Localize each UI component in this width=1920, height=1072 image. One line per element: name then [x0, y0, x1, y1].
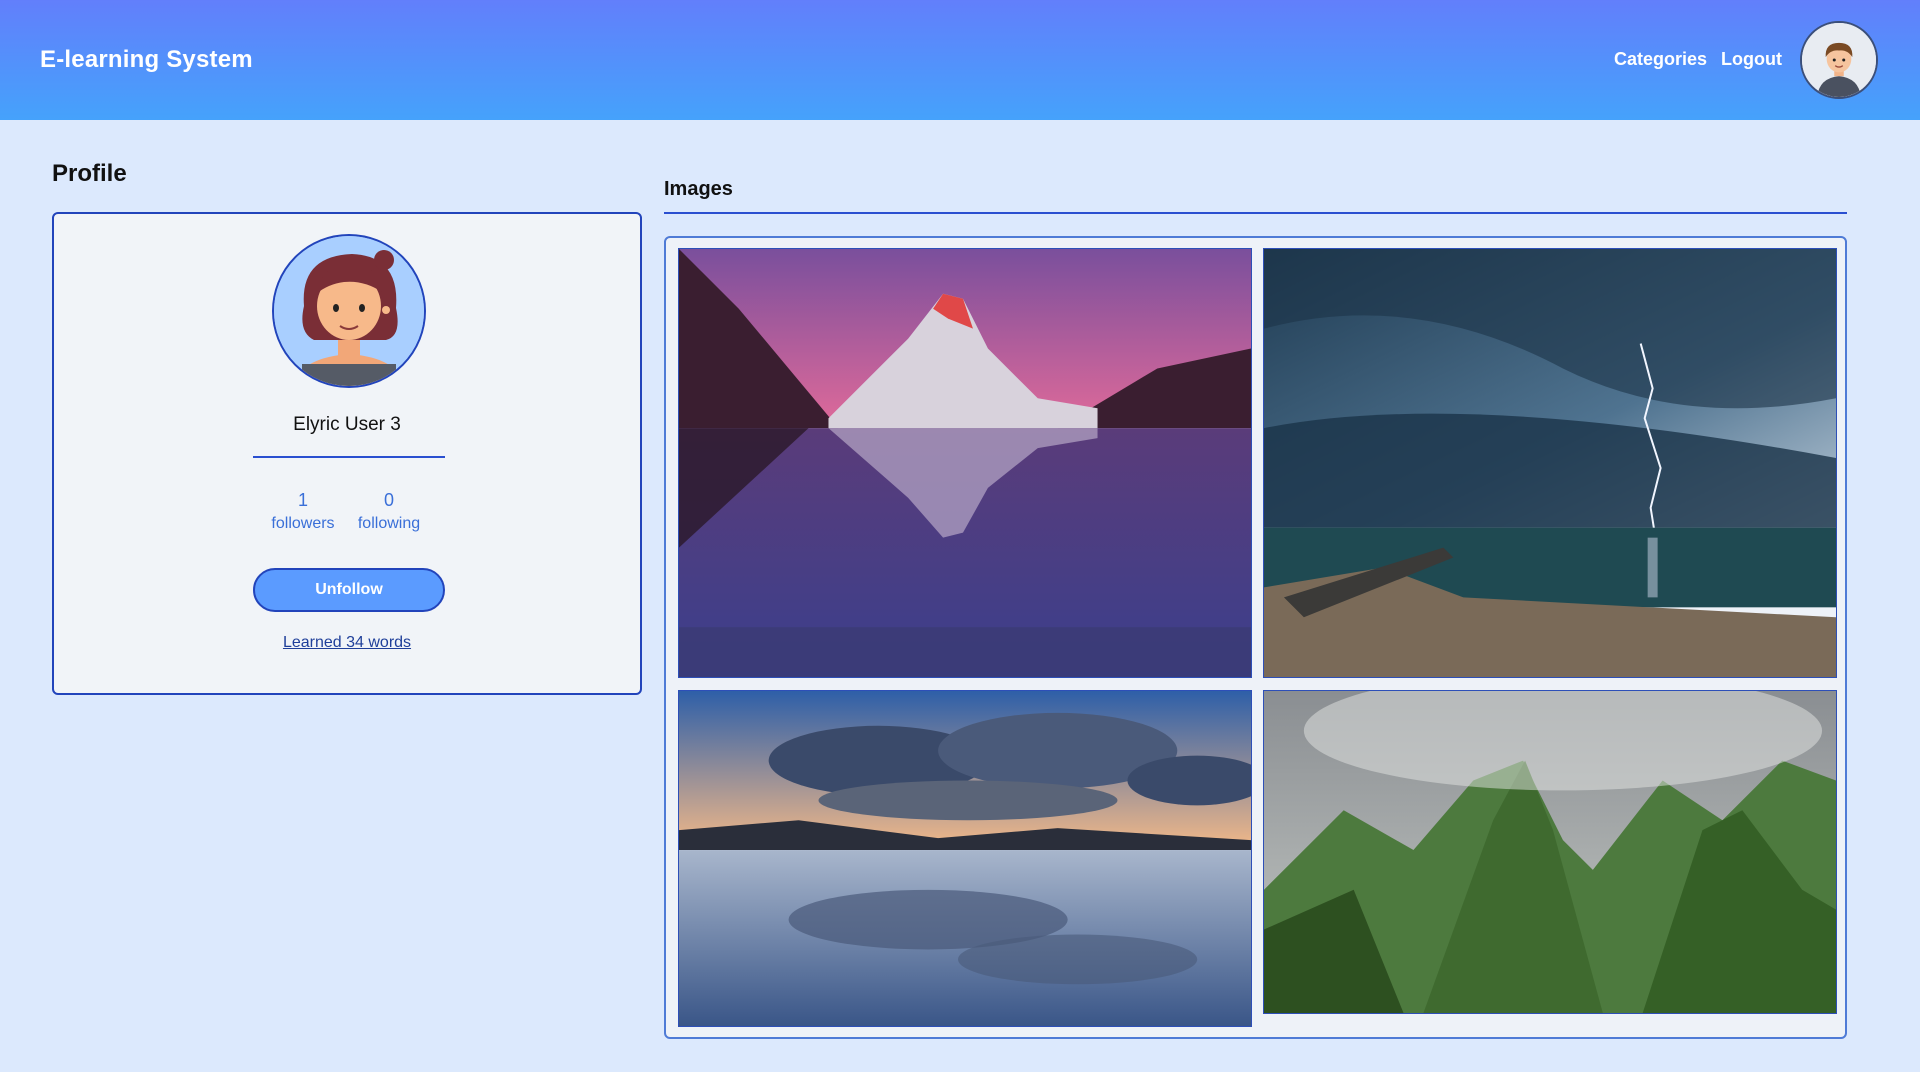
- username-divider: [253, 456, 445, 458]
- gallery-image-green-mountains[interactable]: [1263, 690, 1837, 1014]
- lightning-storm-image: [1264, 249, 1836, 677]
- male-avatar-icon: [1802, 23, 1876, 97]
- image-gallery: [664, 236, 1847, 1039]
- female-avatar-icon: [274, 236, 424, 386]
- profile-heading: Profile: [52, 160, 127, 187]
- profile-card: Elyric User 3 1 followers 0 following Un…: [52, 212, 642, 695]
- profile-username: Elyric User 3: [293, 414, 401, 435]
- profile-avatar: [272, 234, 426, 388]
- following-stat[interactable]: 0 following: [329, 490, 449, 533]
- following-count: 0: [383, 490, 394, 510]
- nav-logout-link[interactable]: Logout: [1721, 49, 1782, 70]
- mountain-lake-image: [679, 249, 1251, 677]
- learned-words-link[interactable]: Learned 34 words: [54, 634, 640, 652]
- images-divider: [664, 212, 1847, 214]
- sunset-clouds-image: [679, 691, 1251, 1026]
- gallery-image-lightning-storm[interactable]: [1263, 248, 1837, 678]
- gallery-image-mountain-lake[interactable]: [678, 248, 1252, 678]
- gallery-image-sunset-clouds[interactable]: [678, 690, 1252, 1027]
- user-avatar-button[interactable]: [1800, 21, 1878, 99]
- top-navbar: E-learning System Categories Logout: [0, 0, 1920, 120]
- app-title[interactable]: E-learning System: [40, 46, 253, 74]
- nav-categories-link[interactable]: Categories: [1614, 49, 1707, 70]
- unfollow-button[interactable]: Unfollow: [253, 568, 445, 612]
- images-heading: Images: [664, 178, 733, 200]
- green-mountains-image: [1264, 691, 1836, 1013]
- following-label: following: [357, 515, 421, 532]
